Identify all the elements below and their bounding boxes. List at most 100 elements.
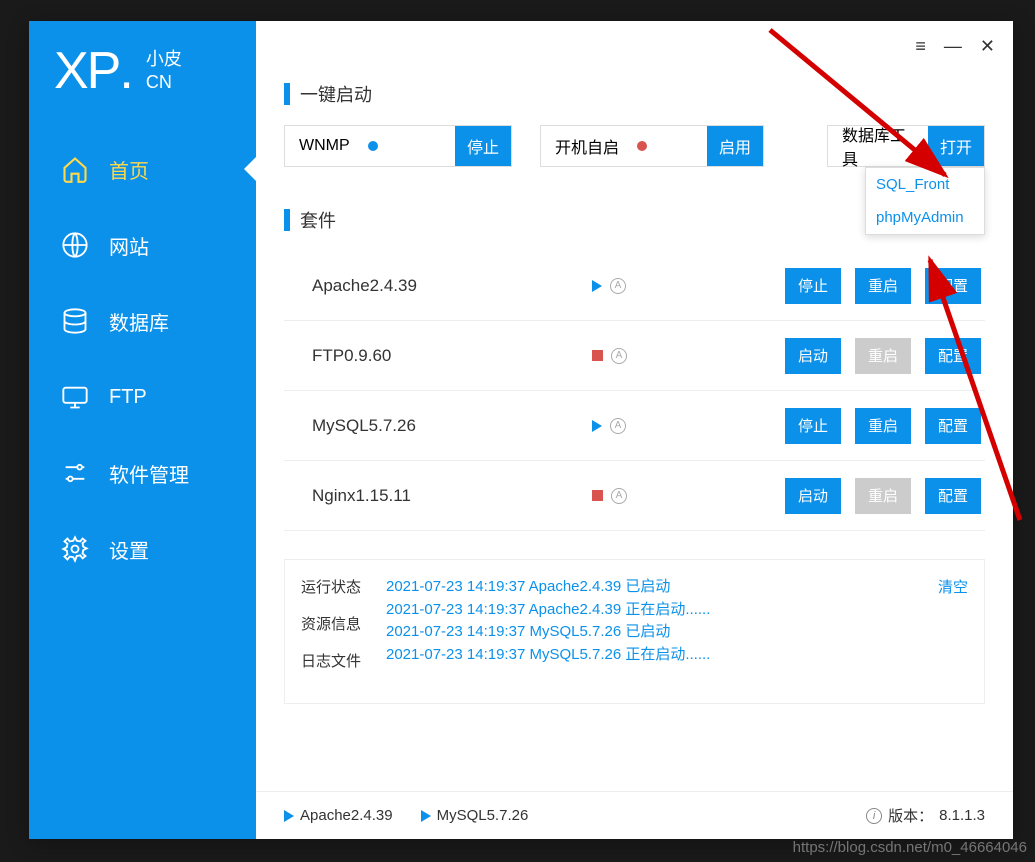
watermark: https://blog.csdn.net/m0_46664046 — [793, 839, 1027, 856]
suite-name: Nginx1.15.11 — [312, 486, 592, 506]
play-icon — [592, 420, 602, 432]
log-lines: 2021-07-23 14:19:37 Apache2.4.39 已启动2021… — [386, 576, 968, 687]
quickstart-row: WNMP 停止 开机自启 启用 数据库工具 — [284, 125, 985, 167]
status-a-icon: A — [610, 278, 626, 294]
sliders-icon — [59, 457, 91, 489]
nav-home[interactable]: 首页 — [29, 131, 256, 207]
section-title: 一键启动 — [300, 81, 372, 107]
play-icon — [592, 280, 602, 292]
log-tab-resource[interactable]: 资源信息 — [301, 613, 386, 634]
suite-status: A — [592, 418, 712, 434]
suite-row: MySQL5.7.26 A 停止重启配置 — [284, 391, 985, 461]
close-button[interactable]: ✕ — [980, 36, 995, 57]
suite-重启-button[interactable]: 重启 — [855, 338, 911, 374]
status-a-icon: A — [611, 488, 627, 504]
wnmp-control: WNMP 停止 — [284, 125, 512, 167]
logo-dot: . — [119, 41, 133, 101]
suite-row: Apache2.4.39 A 停止重启配置 — [284, 251, 985, 321]
log-tabs: 运行状态 资源信息 日志文件 — [301, 576, 386, 687]
stop-icon — [592, 490, 603, 501]
suite-name: FTP0.9.60 — [312, 346, 592, 366]
database-icon — [59, 305, 91, 337]
suite-重启-button[interactable]: 重启 — [855, 478, 911, 514]
sidebar: XP . 小皮 CN 首页 网站 数据库 — [29, 21, 256, 839]
menu-icon[interactable]: ≡ — [915, 36, 926, 57]
minimize-button[interactable]: — — [944, 36, 962, 57]
log-clear-button[interactable]: 清空 — [938, 576, 968, 597]
suite-停止-button[interactable]: 停止 — [785, 268, 841, 304]
titlebar: ≡ — ✕ — [256, 21, 1013, 71]
wnmp-label: WNMP — [299, 137, 350, 155]
nav-label: 设置 — [109, 535, 149, 564]
suite-启动-button[interactable]: 启动 — [785, 338, 841, 374]
suite-row: FTP0.9.60 A 启动重启配置 — [284, 321, 985, 391]
nav-ftp[interactable]: FTP — [29, 359, 256, 435]
suite-status: A — [592, 348, 712, 364]
main-panel: ≡ — ✕ 一键启动 WNMP 停止 开机自启 — [256, 21, 1013, 839]
log-panel: 运行状态 资源信息 日志文件 2021-07-23 14:19:37 Apach… — [284, 559, 985, 704]
suite-停止-button[interactable]: 停止 — [785, 408, 841, 444]
nav-label: 网站 — [109, 231, 149, 260]
db-tools-open-button[interactable]: 打开 — [928, 126, 984, 166]
suite-启动-button[interactable]: 启动 — [785, 478, 841, 514]
suite-配置-button[interactable]: 配置 — [925, 478, 981, 514]
autostart-enable-button[interactable]: 启用 — [707, 126, 763, 166]
suite-配置-button[interactable]: 配置 — [925, 408, 981, 444]
dropdown-phpmyadmin[interactable]: phpMyAdmin — [866, 201, 984, 234]
wnmp-stop-button[interactable]: 停止 — [455, 126, 511, 166]
log-line: 2021-07-23 14:19:37 Apache2.4.39 已启动 — [386, 576, 968, 599]
gear-icon — [59, 533, 91, 565]
info-icon: i — [866, 808, 882, 824]
play-icon — [421, 810, 431, 822]
logo-cn: 小皮 CN — [146, 48, 182, 95]
db-tools-label: 数据库工具 — [842, 122, 914, 170]
suite-row: Nginx1.15.11 A 启动重启配置 — [284, 461, 985, 531]
suite-配置-button[interactable]: 配置 — [925, 338, 981, 374]
nav-label: 软件管理 — [109, 459, 189, 488]
monitor-icon — [59, 381, 91, 413]
nav-settings[interactable]: 设置 — [29, 511, 256, 587]
log-line: 2021-07-23 14:19:37 MySQL5.7.26 正在启动....… — [386, 644, 968, 667]
quickstart-header: 一键启动 — [284, 81, 985, 107]
db-tools-control: 数据库工具 打开 SQL_Front phpMyAdmin — [827, 125, 985, 167]
log-tab-logfile[interactable]: 日志文件 — [301, 650, 386, 671]
nav-label: 数据库 — [109, 307, 169, 336]
log-line: 2021-07-23 14:19:37 Apache2.4.39 正在启动...… — [386, 599, 968, 622]
log-tab-status[interactable]: 运行状态 — [301, 576, 386, 597]
nav-website[interactable]: 网站 — [29, 207, 256, 283]
suite-status: A — [592, 488, 712, 504]
autostart-label: 开机自启 — [555, 134, 619, 158]
suite-list: Apache2.4.39 A 停止重启配置 FTP0.9.60 A 启动重启配置… — [284, 251, 985, 531]
app-window: XP . 小皮 CN 首页 网站 数据库 — [29, 21, 1013, 839]
suite-重启-button[interactable]: 重启 — [855, 268, 911, 304]
nav-software[interactable]: 软件管理 — [29, 435, 256, 511]
globe-icon — [59, 229, 91, 261]
content: 一键启动 WNMP 停止 开机自启 启用 — [256, 71, 1013, 791]
nav-database[interactable]: 数据库 — [29, 283, 256, 359]
suite-buttons: 停止重启配置 — [785, 408, 981, 444]
status-a-icon: A — [610, 418, 626, 434]
suite-buttons: 启动重启配置 — [785, 478, 981, 514]
log-line: 2021-07-23 14:19:37 MySQL5.7.26 已启动 — [386, 621, 968, 644]
db-tools-dropdown: SQL_Front phpMyAdmin — [865, 167, 985, 235]
suite-buttons: 启动重启配置 — [785, 338, 981, 374]
dropdown-sqlfront[interactable]: SQL_Front — [866, 168, 984, 201]
version-info: i 版本： 8.1.1.3 — [866, 805, 985, 826]
suite-重启-button[interactable]: 重启 — [855, 408, 911, 444]
suite-status: A — [592, 278, 712, 294]
home-icon — [59, 153, 91, 185]
status-dot-stopped — [637, 141, 647, 151]
suite-name: Apache2.4.39 — [312, 276, 592, 296]
nav-label: FTP — [109, 386, 147, 409]
statusbar: Apache2.4.39 MySQL5.7.26 i 版本： 8.1.1.3 — [256, 791, 1013, 839]
nav-label: 首页 — [109, 155, 149, 184]
logo: XP . 小皮 CN — [29, 21, 256, 131]
section-title: 套件 — [300, 207, 336, 233]
suite-buttons: 停止重启配置 — [785, 268, 981, 304]
statusbar-item[interactable]: MySQL5.7.26 — [421, 807, 529, 824]
suite-name: MySQL5.7.26 — [312, 416, 592, 436]
statusbar-item[interactable]: Apache2.4.39 — [284, 807, 393, 824]
logo-xp: XP — [54, 41, 119, 101]
suite-配置-button[interactable]: 配置 — [925, 268, 981, 304]
status-dot-running — [368, 141, 378, 151]
